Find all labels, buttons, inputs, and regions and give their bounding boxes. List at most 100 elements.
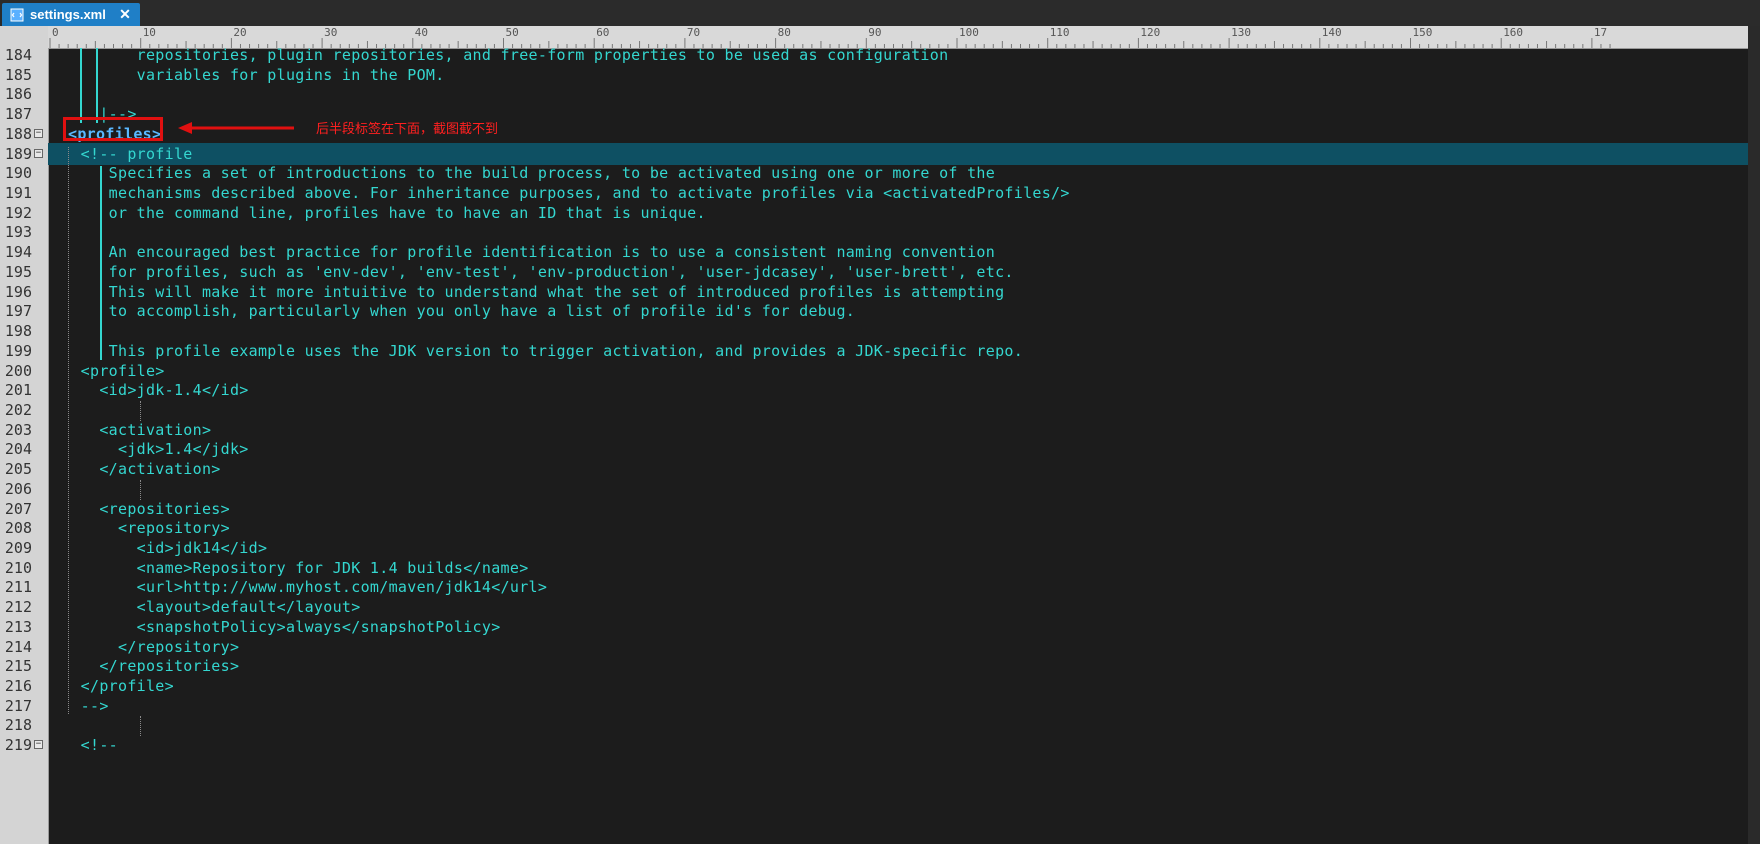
code-text: This will make it more intuitive to unde… [62, 282, 1005, 301]
code-line[interactable] [48, 478, 1748, 500]
line-number: 197 [4, 302, 32, 321]
annotation-note: 后半段标签在下面，截图截不到 [316, 121, 499, 136]
ruler-label: 50 [506, 26, 519, 39]
code-line[interactable] [48, 714, 1748, 736]
code-text: <profile> [62, 361, 165, 380]
code-line[interactable]: or the command line, profiles have to ha… [48, 202, 1748, 224]
code-line[interactable]: <profiles> [48, 123, 1748, 145]
code-line[interactable]: <repository> [48, 517, 1748, 539]
code-text: to accomplish, particularly when you onl… [62, 302, 856, 321]
line-number: 203 [4, 420, 32, 439]
indent-guide [140, 400, 141, 421]
code-line[interactable] [48, 399, 1748, 421]
code-line[interactable] [48, 320, 1748, 342]
code-line[interactable]: An encouraged best practice for profile … [48, 241, 1748, 263]
code-text: or the command line, profiles have to ha… [62, 203, 706, 222]
code-text: </profile> [62, 677, 174, 696]
ruler-label: 140 [1322, 26, 1342, 39]
line-number: 184 [4, 46, 32, 64]
code-line[interactable] [48, 83, 1748, 105]
code-line[interactable]: --> [48, 695, 1748, 717]
ruler-label: 150 [1413, 26, 1433, 39]
code-text: This profile example uses the JDK versio… [62, 341, 1024, 360]
code-text: </activation> [62, 460, 221, 479]
indent-guide [100, 166, 102, 360]
code-line[interactable]: <!-- [48, 734, 1748, 756]
code-line[interactable]: <repositories> [48, 498, 1748, 520]
code-line[interactable]: for profiles, such as 'env-dev', 'env-te… [48, 261, 1748, 283]
code-line[interactable]: to accomplish, particularly when you onl… [48, 300, 1748, 322]
indent-guide [96, 48, 98, 123]
code-line[interactable]: </activation> [48, 458, 1748, 480]
code-line[interactable]: <jdk>1.4</jdk> [48, 438, 1748, 460]
line-number-gutter: 184 185 186 187 188−189−190 191 192 193 194 195 19… [0, 26, 49, 844]
highlight-box-annotation [63, 117, 163, 141]
close-icon[interactable]: ✕ [118, 7, 132, 21]
line-number: 211 [4, 578, 32, 597]
code-text: <id>jdk14</id> [62, 539, 268, 557]
code-text: </repositories> [62, 657, 240, 676]
line-number: 214 [4, 637, 32, 656]
line-number: 201 [4, 381, 32, 400]
ruler-label: 120 [1140, 26, 1160, 39]
code-line[interactable]: <id>jdk14</id> [48, 537, 1748, 559]
code-line[interactable]: |--> [48, 103, 1748, 125]
code-text: <activation> [62, 420, 212, 439]
code-text: <layout>default</layout> [62, 598, 361, 617]
code-line[interactable]: </repositories> [48, 655, 1748, 677]
code-line[interactable]: <snapshotPolicy>always</snapshotPolicy> [48, 616, 1748, 638]
code-editor[interactable]: repositories, plugin repositories, and f… [48, 48, 1748, 844]
ruler-label: 17 [1594, 26, 1607, 39]
code-text: Specifies a set of introductions to the … [62, 164, 996, 183]
ruler-label: 40 [415, 26, 428, 39]
code-line[interactable]: <profile> [48, 360, 1748, 382]
code-line[interactable]: This will make it more intuitive to unde… [48, 281, 1748, 303]
code-text: variables for plugins in the POM. [62, 65, 445, 84]
code-line[interactable]: </profile> [48, 675, 1748, 697]
code-text: <name>Repository for JDK 1.4 builds</nam… [62, 558, 529, 577]
line-number: 191 [4, 184, 32, 203]
code-text: <repositories> [62, 499, 230, 518]
code-line[interactable]: <id>jdk-1.4</id> [48, 379, 1748, 401]
line-number: 219 [4, 736, 32, 755]
line-number: 187 [4, 105, 32, 124]
tab-settings-xml[interactable]: settings.xml ✕ [2, 3, 140, 26]
tab-title: settings.xml [30, 7, 106, 22]
line-number: 204 [4, 440, 32, 459]
code-line[interactable]: <activation> [48, 419, 1748, 441]
code-line[interactable]: <!-- profile [48, 142, 1748, 165]
line-number: 196 [4, 282, 32, 301]
line-number: 194 [4, 243, 32, 262]
line-number: 195 [4, 262, 32, 281]
indent-guide [140, 716, 141, 737]
line-number: 186 [4, 85, 32, 104]
line-number: 185 [4, 65, 32, 84]
line-number: 217 [4, 696, 32, 715]
vertical-scrollbar[interactable] [1748, 26, 1760, 844]
ruler-label: 60 [596, 26, 609, 39]
line-number: 210 [4, 558, 32, 577]
indent-guide [68, 146, 69, 715]
line-number: 216 [4, 677, 32, 696]
line-number: 207 [4, 499, 32, 518]
code-line[interactable]: <name>Repository for JDK 1.4 builds</nam… [48, 557, 1748, 579]
code-line[interactable]: </repository> [48, 636, 1748, 658]
code-line[interactable]: This profile example uses the JDK versio… [48, 340, 1748, 362]
fold-toggle-icon[interactable]: − [34, 128, 43, 138]
code-text: for profiles, such as 'env-dev', 'env-te… [62, 262, 1014, 281]
code-line[interactable]: <layout>default</layout> [48, 596, 1748, 618]
code-line[interactable]: <url>http://www.myhost.com/maven/jdk14</… [48, 576, 1748, 598]
line-number: 215 [4, 657, 32, 676]
code-line[interactable]: Specifies a set of introductions to the … [48, 162, 1748, 184]
code-line[interactable]: mechanisms described above. For inherita… [48, 182, 1748, 204]
code-text: <repository> [62, 519, 230, 538]
fold-toggle-icon[interactable]: − [34, 148, 43, 158]
code-line[interactable] [48, 221, 1748, 243]
ruler-label: 90 [868, 26, 881, 39]
code-line[interactable]: variables for plugins in the POM. [48, 64, 1748, 86]
code-text: <jdk>1.4</jdk> [62, 440, 249, 459]
code-text: mechanisms described above. For inherita… [62, 184, 1070, 203]
fold-toggle-icon[interactable]: − [34, 740, 43, 750]
indent-guide [80, 48, 82, 123]
line-number: 193 [4, 223, 32, 242]
